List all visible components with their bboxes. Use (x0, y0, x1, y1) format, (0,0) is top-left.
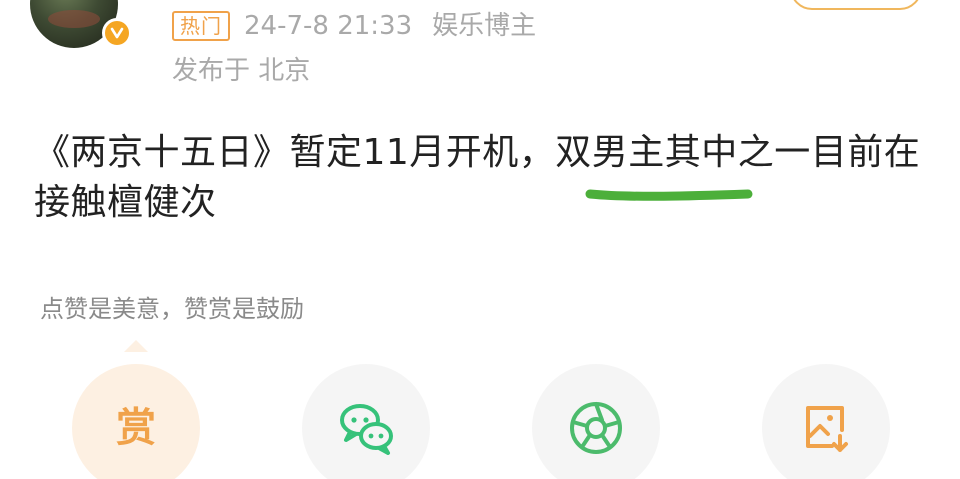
reward-hint: 点赞是美意，赞赏是鼓励 (40, 295, 304, 323)
author-tag: 娱乐博主 (432, 11, 537, 41)
verified-v-icon (102, 18, 132, 48)
post-body-text: 《两京十五日》暂定11月开机，双男主其中之一目前在接触檀健次 (34, 132, 921, 223)
moments-share-button[interactable] (532, 364, 660, 479)
wechat-icon (340, 404, 393, 455)
reward-button-label: 赏 (116, 405, 156, 451)
hot-badge: 热门 (172, 11, 230, 41)
follow-button[interactable] (790, 0, 922, 10)
post-time: 24-7-8 21:33 (244, 11, 413, 41)
post-meta: 热门 24-7-8 21:33 娱乐博主 (172, 9, 536, 43)
post-screen: 热门 24-7-8 21:33 娱乐博主 发布于 北京 《两京十五日》暂定11月… (0, 0, 960, 479)
green-underline-mark (585, 189, 753, 201)
wechat-share-button[interactable] (302, 364, 430, 479)
moments-shutter-icon (570, 402, 622, 454)
post-location: 发布于 北京 (172, 56, 311, 86)
reward-button[interactable]: 赏 (72, 364, 200, 479)
save-image-icon (806, 406, 848, 452)
save-image-button[interactable] (762, 364, 890, 479)
hint-pointer (124, 340, 148, 352)
